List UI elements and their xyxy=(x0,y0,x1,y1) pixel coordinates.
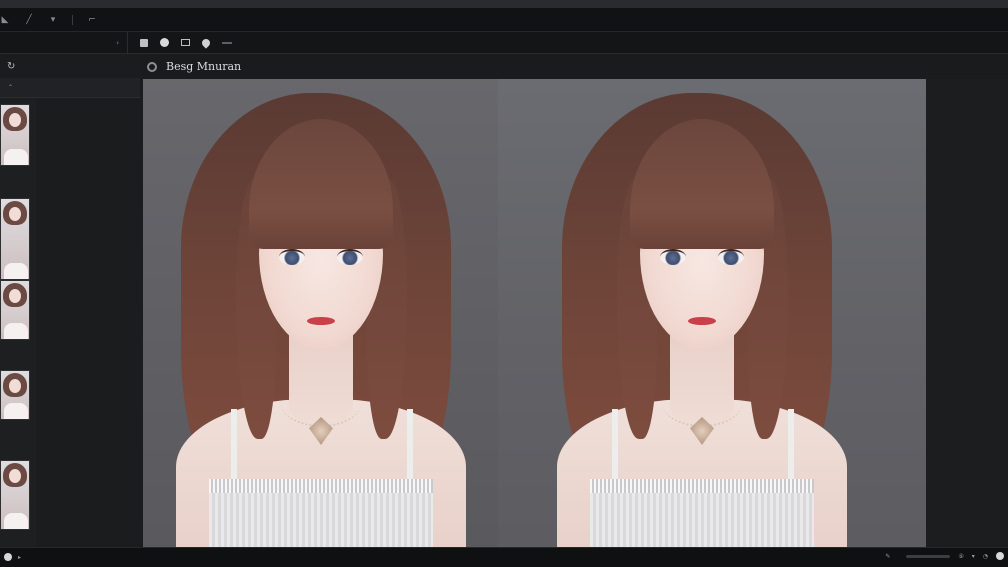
filmstrip-thumbnail[interactable] xyxy=(0,280,30,340)
filmstrip-thumbnail[interactable] xyxy=(0,198,30,280)
zoom-slider[interactable] xyxy=(906,554,951,558)
toolbar-divider xyxy=(72,14,73,25)
metadata-panel xyxy=(36,98,140,547)
page-indicator-icon[interactable]: ⑨ xyxy=(958,553,963,560)
portrait-image xyxy=(522,79,882,547)
filmstrip-thumbnail[interactable] xyxy=(0,460,30,530)
brush-tool-icon[interactable]: ◣ xyxy=(0,15,10,25)
collapse-icon[interactable]: ⌃ xyxy=(8,84,13,91)
top-toolbar: ◣ ╱ ▾ ⌐ xyxy=(0,8,1008,32)
color-drop-icon[interactable] xyxy=(200,36,212,49)
eye-icon[interactable] xyxy=(147,61,157,72)
single-view-icon[interactable] xyxy=(140,38,148,47)
before-image-panel[interactable] xyxy=(143,79,498,547)
filmstrip xyxy=(0,98,36,547)
status-bar: ▸ ✎ ⑨ ▾ ◔ xyxy=(0,547,1008,567)
viewer-title: Besg Mnuran xyxy=(166,60,242,73)
comparison-canvas[interactable] xyxy=(143,79,926,547)
circle-view-icon[interactable] xyxy=(160,38,169,47)
side-panel-header: ↻ xyxy=(0,54,140,78)
pin-icon[interactable]: ✎ xyxy=(885,553,890,560)
after-image-panel[interactable] xyxy=(498,79,926,547)
filmstrip-header: ⌃ xyxy=(0,78,140,98)
arrow-tool-icon[interactable]: ▾ xyxy=(48,15,58,25)
panel-selector[interactable]: › xyxy=(0,32,128,53)
notification-icon[interactable]: ◔ xyxy=(983,553,988,560)
secondary-toolbar: › xyxy=(0,32,1008,54)
grid-view-icon[interactable] xyxy=(181,39,190,46)
crop-tool-icon[interactable]: ⌐ xyxy=(87,15,97,25)
chevron-right-icon: › xyxy=(116,38,119,47)
portrait-image xyxy=(143,79,498,547)
right-gutter xyxy=(926,79,1008,547)
status-right-group: ✎ ⑨ ▾ ◔ xyxy=(885,552,1004,560)
metadata-spacer xyxy=(49,120,140,132)
filmstrip-thumbnail[interactable] xyxy=(0,370,30,420)
pen-tool-icon[interactable]: ╱ xyxy=(24,15,34,25)
status-dot-icon[interactable] xyxy=(996,552,1004,560)
refresh-icon[interactable]: ↻ xyxy=(7,61,15,72)
view-mode-icons xyxy=(140,32,232,53)
viewer-header: Besg Mnuran xyxy=(140,54,1008,79)
filmstrip-thumbnail[interactable] xyxy=(0,104,30,166)
photo-viewer-app: ◣ ╱ ▾ ⌐ › ↻ ⌃ Besg Mnuran ▸ ✎ ⑨ ▾ ◔ xyxy=(0,0,1008,567)
title-bar xyxy=(0,0,1008,8)
status-left-group: ▸ xyxy=(4,553,27,561)
settings-icon[interactable]: ▾ xyxy=(972,553,975,560)
record-button-icon[interactable] xyxy=(4,553,12,561)
more-options-icon[interactable] xyxy=(222,41,232,44)
play-icon[interactable]: ▸ xyxy=(18,554,21,561)
